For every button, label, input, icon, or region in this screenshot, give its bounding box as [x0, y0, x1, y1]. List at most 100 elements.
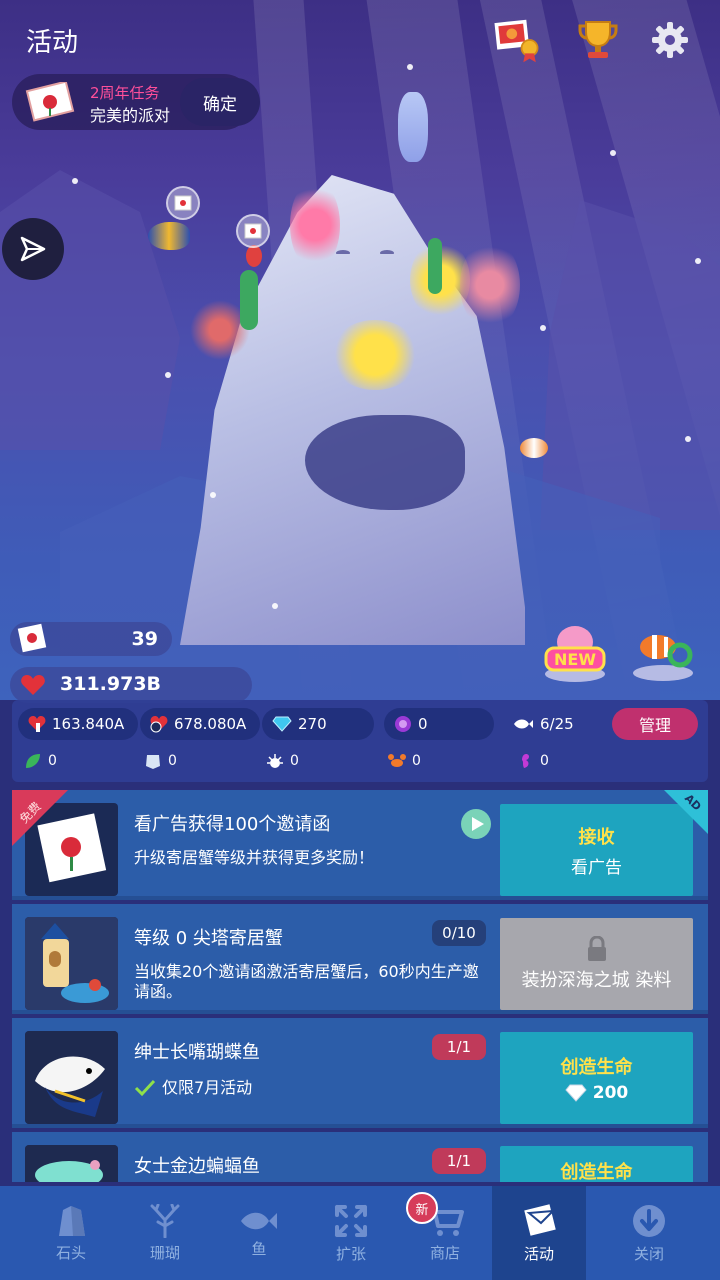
list-item: 免费 看广告获得100个邀请函 升级寄居蟹等级并获得更多奖励！ 接收 看广告 A… [12, 790, 708, 900]
paper-plane-icon [20, 236, 46, 262]
locked-dye-button[interactable]: 装扮深海之城 染料 [500, 918, 693, 1010]
angelfish[interactable] [148, 222, 190, 250]
tab-stone[interactable]: 石头 [24, 1186, 118, 1280]
action-sublabel: 看广告 [571, 857, 622, 878]
butterflyfish-thumb [25, 1031, 118, 1124]
small-fish[interactable] [246, 245, 262, 267]
sparkle [695, 258, 701, 264]
anniversary-quest[interactable]: 2周年任务 完美的派对 确定 [12, 74, 260, 130]
photo-medal-icon [494, 19, 539, 63]
tab-label: 商店 [429, 1243, 460, 1262]
fish-value: 6/25 [540, 715, 574, 733]
confirm-button[interactable]: 确定 [180, 78, 260, 126]
row-title: 等级 0 尖塔寄居蟹 [134, 928, 283, 949]
sparkle [72, 178, 78, 184]
action-label: 装扮深海之城 染料 [521, 970, 672, 991]
tab-label: 关闭 [633, 1244, 664, 1263]
progress-counter: 0/10 [432, 920, 486, 946]
clownfish-icon [633, 635, 693, 681]
tab-event[interactable]: 活动 [492, 1186, 586, 1280]
jellyfish[interactable] [398, 92, 428, 162]
fish-icon [241, 1212, 277, 1229]
leaf-value: 0 [48, 753, 57, 769]
shop-new-badge: 新 [406, 1192, 438, 1224]
photo-album-button[interactable] [494, 16, 542, 64]
invite-counter: 39 [10, 622, 172, 656]
clownfish[interactable] [520, 438, 548, 458]
spire-hermit-crab-icon [25, 917, 118, 1010]
play-video-icon[interactable] [460, 808, 492, 840]
crab-value: 0 [412, 753, 421, 769]
action-label: 创造生命 [560, 1162, 633, 1182]
background-rock [0, 170, 180, 450]
diamond-icon [272, 716, 292, 732]
envelope-icon [25, 80, 75, 122]
row-title: 绅士长嘴瑚蝶鱼 [134, 1042, 260, 1063]
bottom-nav: 石头 珊瑚 鱼 扩张 商店 活动 关闭 [0, 1186, 720, 1280]
achievements-button[interactable] [574, 16, 622, 64]
kelp [240, 270, 258, 330]
stone-icon [59, 1205, 85, 1236]
row-description: 当收集20个邀请函激活寄居蟹后，60秒内生产邀请函。 [134, 962, 479, 1001]
rock-eye [336, 250, 350, 256]
new-items-button[interactable]: NEW [540, 622, 610, 684]
tab-label: 活动 [523, 1244, 554, 1263]
create-life-button[interactable]: 创造生命 [500, 1146, 693, 1182]
create-life-button[interactable]: 创造生命 200 [500, 1032, 693, 1124]
sparkle [210, 492, 216, 498]
seahorse-stat: 0 [516, 752, 549, 770]
event-list[interactable]: 免费 看广告获得100个邀请函 升级寄居蟹等级并获得更多奖励！ 接收 看广告 A… [12, 784, 708, 1182]
settings-button[interactable] [646, 16, 694, 64]
urchin-icon [267, 754, 283, 768]
sparkle [272, 603, 278, 609]
manage-button[interactable]: 管理 [612, 708, 698, 740]
list-item: 绅士长嘴瑚蝶鱼 1/1 仅限7月活动 创造生命 200 [12, 1018, 708, 1128]
quest-subtitle: 2周年任务 [90, 84, 160, 102]
share-button[interactable] [2, 218, 64, 280]
action-label: 创造生命 [560, 1057, 633, 1078]
pink-coral [460, 240, 520, 330]
new-badge-icon: NEW [544, 626, 606, 682]
crab-stat: 0 [388, 752, 421, 770]
fish-icon [514, 719, 533, 729]
tab-coral[interactable]: 珊瑚 [118, 1186, 212, 1280]
close-panel-button[interactable]: 关闭 [602, 1186, 696, 1280]
heart-tap-icon [28, 716, 46, 732]
fish-tank-button[interactable] [630, 625, 696, 683]
tab-fish[interactable]: 鱼 [212, 1186, 306, 1280]
progress-counter: 1/1 [432, 1034, 486, 1060]
row-title: 看广告获得100个邀请函 [134, 814, 331, 835]
sparkle [540, 325, 546, 331]
tab-label: 扩张 [335, 1244, 366, 1263]
sparkle [685, 436, 691, 442]
lock-icon [587, 936, 606, 961]
envelope-icon [174, 195, 192, 211]
orb-value: 0 [418, 715, 428, 733]
heart-icon [21, 675, 45, 695]
kelp [428, 238, 442, 294]
tab-label: 珊瑚 [149, 1243, 180, 1262]
list-item: 女士金边蝙蝠鱼 1/1 创造生命 [12, 1132, 708, 1182]
row-title: 女士金边蝙蝠鱼 [134, 1156, 260, 1177]
page-title: 活动 [26, 28, 79, 58]
gem-stat: 270 [262, 708, 374, 740]
trophy-icon [578, 21, 618, 58]
heart-total-value: 311.973B [60, 673, 162, 695]
invite-bubble[interactable] [166, 186, 200, 220]
coral-icon [150, 1203, 180, 1238]
heart-clock-icon [150, 716, 168, 733]
tap-rate-stat: 163.840A [18, 708, 138, 740]
leaf-stat: 0 [24, 752, 57, 770]
action-cost: 200 [565, 1083, 628, 1103]
sparkle [610, 150, 616, 156]
tab-expand[interactable]: 扩张 [304, 1186, 398, 1280]
rock-eye [380, 250, 394, 256]
yellow-coral [330, 320, 420, 390]
gear-icon [652, 22, 688, 58]
sparkle [165, 372, 171, 378]
shell-stat: 0 [144, 752, 177, 770]
seahorse-icon [522, 754, 529, 768]
envelope-icon [17, 623, 47, 653]
gentleman-butterflyfish-icon [25, 1031, 118, 1124]
invite-bubble[interactable] [236, 214, 270, 248]
